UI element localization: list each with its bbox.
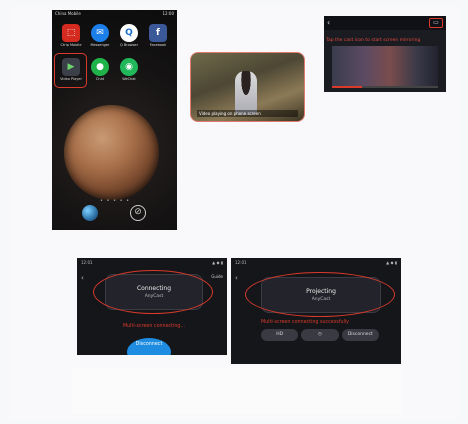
highlight-oval: [93, 270, 213, 314]
app-ctrip[interactable]: ⬚ Ctrip Mobile: [58, 22, 84, 52]
disconnect-button[interactable]: Disconnect: [341, 329, 379, 341]
app-label: Q Browser: [119, 43, 139, 47]
app-label: Messenger: [90, 43, 110, 47]
blank-area: [72, 368, 402, 414]
highlight-oval: [245, 272, 395, 317]
status-bar: 12:01 ▲ ◆ ▮: [231, 258, 401, 267]
status-icons: ▲ ◆ ▮: [212, 260, 223, 265]
disconnect-button[interactable]: Disconnect: [127, 338, 171, 355]
app-facebook[interactable]: f Facebook: [145, 22, 171, 52]
facebook-icon: f: [149, 24, 167, 42]
clock-label: 12:01: [235, 260, 247, 265]
projecting-screen: 12:01 ▲ ◆ ▮ ‹ Projecting AnyCast Multi-s…: [231, 258, 401, 364]
app-grid: ⬚ Ctrip Mobile ✉ Messenger Q Q Browser f…: [54, 22, 172, 88]
success-note: Multi-screen connecting successfully: [261, 320, 349, 325]
phone-home-screen: China Mobile 12:00 ⬚ Ctrip Mobile ✉ Mess…: [52, 10, 177, 230]
player-top-bar: [324, 16, 446, 30]
browser-icon[interactable]: ⊘: [130, 205, 146, 221]
app-video-player[interactable]: ▶ Video Player: [54, 53, 87, 88]
globe-icon[interactable]: [82, 205, 98, 221]
planet-wallpaper-image: [64, 105, 159, 200]
seek-bar-fill: [332, 86, 362, 88]
wechat-icon: ◉: [120, 58, 138, 76]
app-label: Chat: [95, 77, 105, 81]
video-thumbnail[interactable]: Video playing on phone screen: [190, 52, 305, 122]
video-player-screen: ‹ ▭ Tap the cast icon to start screen mi…: [324, 16, 446, 92]
app-messenger[interactable]: ✉ Messenger: [87, 22, 113, 52]
timer-button[interactable]: ◷: [301, 329, 339, 341]
connecting-screen: 12:01 ▲ ◆ ▮ ‹ Guide Connecting AnyCast M…: [77, 258, 227, 355]
app-label: WeChat: [122, 77, 136, 81]
clock-label: 12:00: [162, 11, 174, 16]
connecting-note: Multi-screen connecting...: [123, 324, 186, 329]
ctrip-icon: ⬚: [62, 24, 80, 42]
video-frame[interactable]: [332, 46, 438, 86]
app-chat[interactable]: ● Chat: [87, 56, 113, 86]
carrier-label: China Mobile: [55, 11, 81, 16]
hd-button[interactable]: HD: [261, 329, 299, 341]
app-wechat[interactable]: ◉ WeChat: [116, 56, 142, 86]
status-bar: 12:01 ▲ ◆ ▮: [77, 258, 227, 267]
control-buttons: HD ◷ Disconnect: [261, 329, 379, 341]
guide-link[interactable]: Guide: [211, 274, 223, 279]
status-bar: China Mobile 12:00: [52, 10, 177, 18]
video-caption: Video playing on phone screen: [197, 110, 298, 117]
back-arrow-icon[interactable]: ‹: [327, 18, 330, 27]
clock-label: 12:01: [81, 260, 93, 265]
app-q-browser[interactable]: Q Q Browser: [116, 22, 142, 52]
seek-bar[interactable]: [332, 86, 438, 88]
video-person-image: [235, 71, 257, 115]
q-browser-icon: Q: [120, 24, 138, 42]
highlight-box: [54, 53, 87, 88]
back-arrow-icon[interactable]: ‹: [235, 274, 238, 282]
back-arrow-icon[interactable]: ‹: [81, 274, 84, 282]
app-label: Facebook: [149, 43, 167, 47]
chat-icon: ●: [91, 58, 109, 76]
app-label: Ctrip Mobile: [60, 43, 82, 47]
cast-icon[interactable]: ▭: [429, 18, 443, 28]
instruction-label: Tap the cast icon to start screen mirror…: [326, 38, 421, 43]
page-indicator: • • • • •: [100, 198, 131, 204]
messenger-icon: ✉: [91, 24, 109, 42]
status-icons: ▲ ◆ ▮: [386, 260, 397, 265]
